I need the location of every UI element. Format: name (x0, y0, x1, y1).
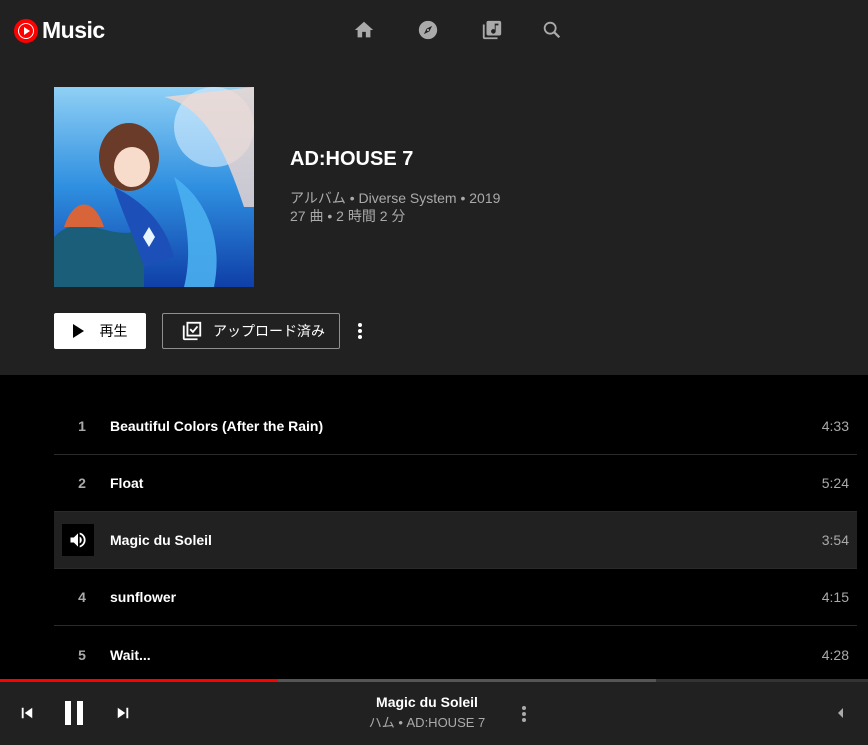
play-icon (72, 324, 84, 338)
music-logo[interactable]: Music (14, 17, 105, 44)
album-title: AD:HOUSE 7 (290, 148, 414, 170)
album-info: AD:HOUSE 7 アルバム • Diverse System • 2019 … (290, 148, 500, 225)
track-number: 2 (78, 475, 86, 491)
more-vert-icon[interactable] (514, 702, 534, 726)
track-title: Beautiful Colors (After the Rain) (110, 418, 324, 434)
track-number: 1 (78, 418, 86, 434)
search-icon[interactable] (540, 18, 564, 42)
album-meta-line1: アルバム • Diverse System • 2019 (290, 190, 501, 206)
play-label: 再生 (99, 323, 128, 339)
volume-icon (62, 524, 94, 556)
logo-text: Music (42, 17, 105, 43)
track-duration: 4:28 (821, 646, 849, 663)
track-row[interactable]: 5 Wait... 4:28 (54, 626, 857, 683)
track-duration: 4:33 (821, 418, 849, 434)
album-meta-line2: 27 曲 • 2 時間 2 分 (290, 208, 406, 224)
youtube-music-icon (14, 18, 38, 43)
track-title: Float (110, 475, 144, 491)
uploaded-button[interactable]: アップロード済み (162, 313, 340, 349)
track-list: 1 Beautiful Colors (After the Rain) 4:33… (54, 398, 857, 683)
play-button[interactable]: 再生 (54, 313, 146, 349)
track-duration: 3:54 (821, 532, 849, 548)
uploaded-label: アップロード済み (213, 323, 325, 339)
track-row-playing[interactable]: Magic du Soleil 3:54 (54, 512, 857, 569)
track-title: sunflower (110, 589, 177, 605)
track-number: 4 (78, 589, 86, 605)
track-title: Wait... (110, 646, 151, 663)
track-duration: 4:15 (821, 589, 849, 605)
album-header: Music AD:HOUSE 7 アルバム • Diverse System •… (0, 0, 868, 375)
track-row[interactable]: 1 Beautiful Colors (After the Rain) 4:33 (54, 398, 857, 455)
expand-arrow-icon[interactable] (832, 704, 848, 722)
player-bar: Magic du Soleil ハム • AD:HOUSE 7 (0, 682, 868, 745)
pause-icon[interactable] (58, 696, 90, 730)
track-duration: 5:24 (821, 475, 849, 491)
track-number: 5 (78, 646, 86, 663)
library-icon[interactable] (480, 18, 504, 42)
explore-icon[interactable] (416, 18, 440, 42)
track-row[interactable]: 4 sunflower 4:15 (54, 569, 857, 626)
previous-icon[interactable] (16, 702, 38, 724)
uploaded-check-icon (182, 321, 202, 341)
next-icon[interactable] (112, 702, 134, 724)
track-title: Magic du Soleil (110, 532, 212, 548)
more-vert-icon[interactable] (350, 319, 370, 343)
home-icon[interactable] (352, 18, 376, 42)
track-row[interactable]: 2 Float 5:24 (54, 455, 857, 512)
album-art (54, 87, 254, 287)
